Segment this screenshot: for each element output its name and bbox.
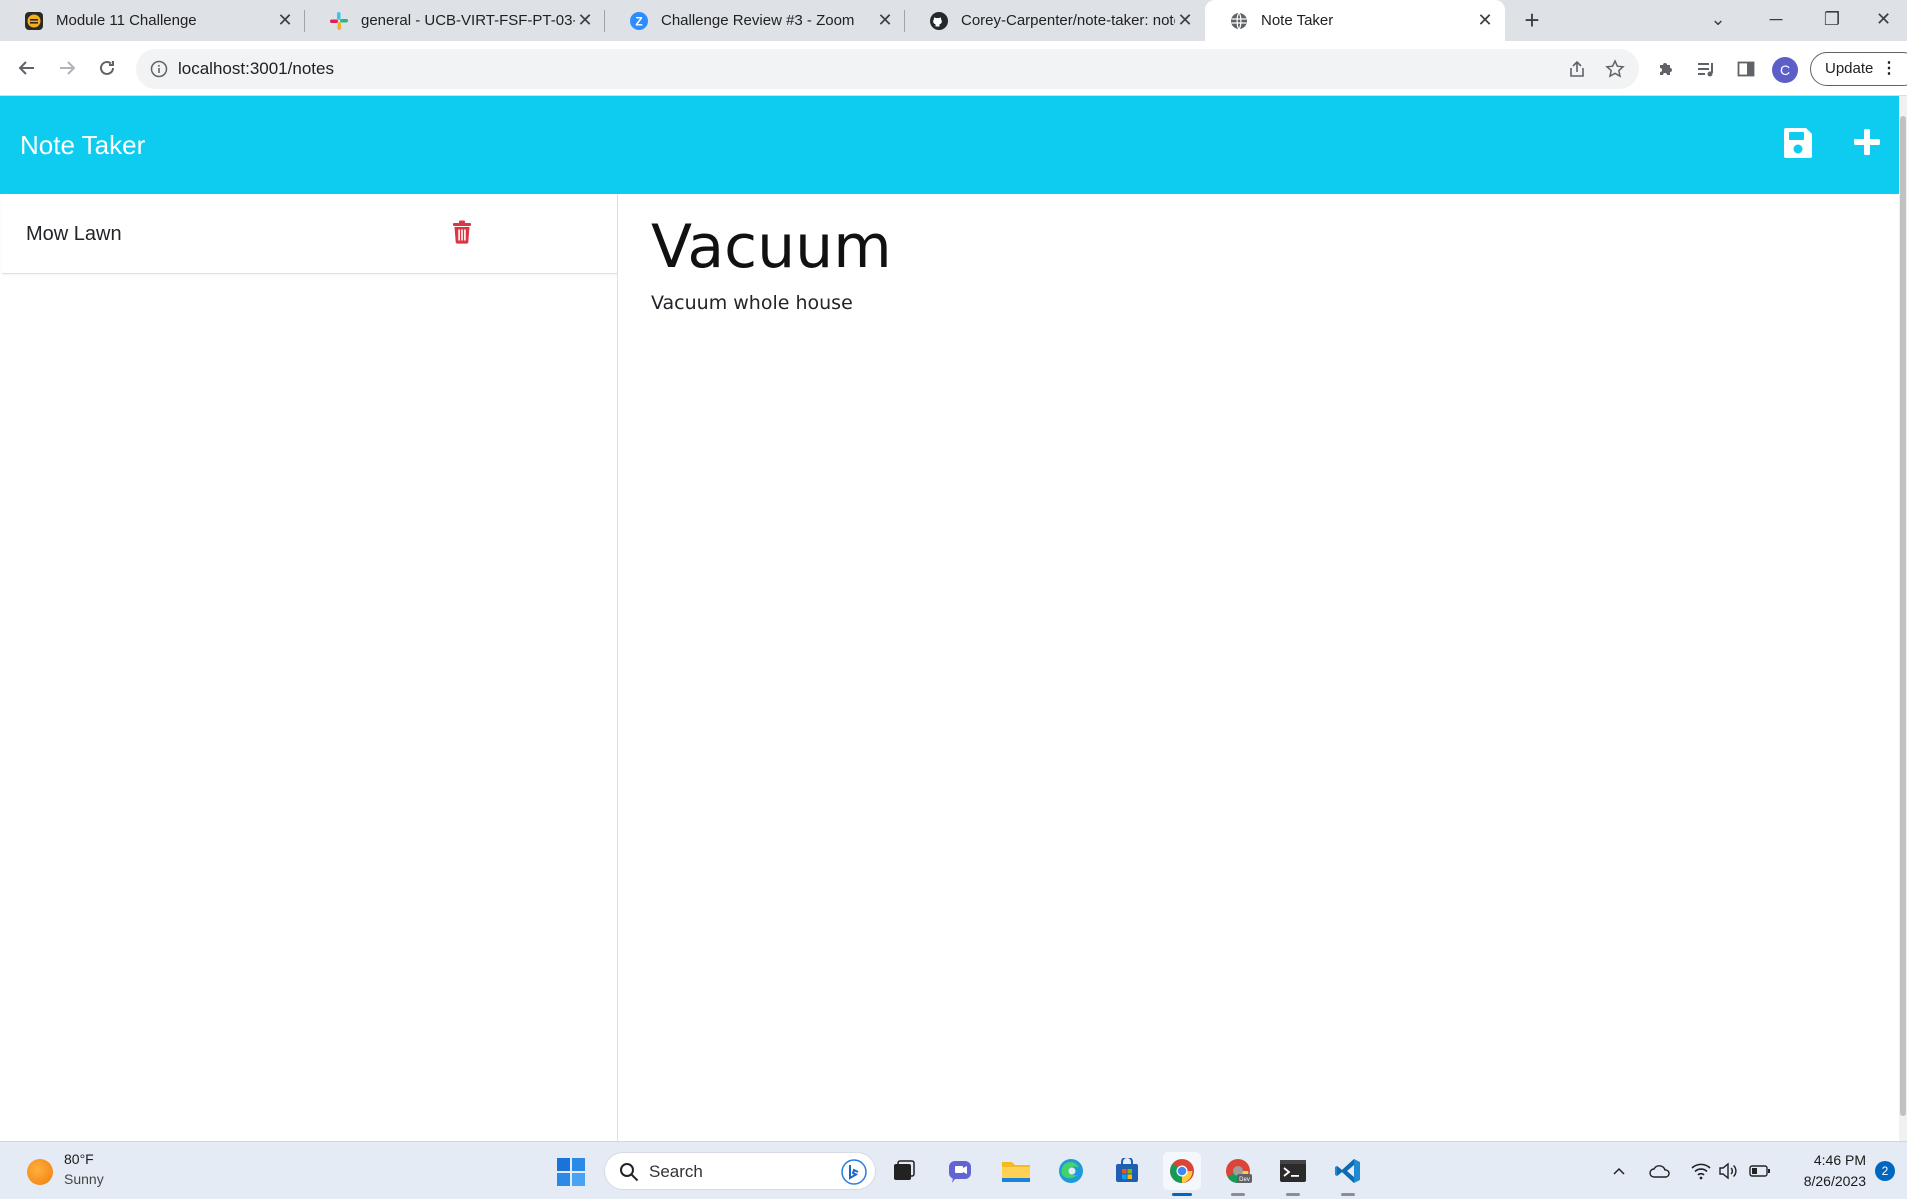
tab-zoom-review[interactable]: Z Challenge Review #3 - Zoom ✕ <box>605 0 905 41</box>
volume-icon[interactable] <box>1715 1158 1741 1184</box>
weather-sun-icon[interactable] <box>27 1159 53 1185</box>
browser-toolbar: localhost:3001/notes C Update ⋮ <box>0 41 1907 96</box>
close-tab-icon[interactable]: ✕ <box>875 10 895 31</box>
new-note-plus-icon[interactable] <box>1852 127 1882 157</box>
windows-taskbar: 80°F Sunny Search Dev 4:46 PM 8/26/2023 … <box>0 1141 1907 1199</box>
wifi-icon[interactable] <box>1688 1158 1714 1184</box>
svg-text:Z: Z <box>635 14 642 28</box>
tab-title: Challenge Review #3 - Zoom <box>661 12 855 29</box>
note-list-item-title[interactable]: Mow Lawn <box>26 194 122 274</box>
app-brand[interactable]: Note Taker <box>20 96 145 194</box>
weather-condition[interactable]: Sunny <box>64 1171 104 1187</box>
save-note-icon[interactable] <box>1783 127 1813 159</box>
terminal-icon[interactable] <box>1274 1152 1312 1196</box>
tab-note-taker[interactable]: Note Taker ✕ <box>1205 0 1505 41</box>
svg-text:Dev: Dev <box>1239 1177 1250 1183</box>
address-bar[interactable]: localhost:3001/notes <box>136 49 1639 89</box>
share-icon[interactable] <box>1567 59 1587 84</box>
close-tab-icon[interactable]: ✕ <box>1475 10 1495 31</box>
microsoft-store-icon[interactable] <box>1108 1152 1146 1190</box>
battery-icon[interactable] <box>1747 1158 1773 1184</box>
tab-search-chevron-icon[interactable]: ⌄ <box>1690 0 1746 41</box>
windows-start-icon[interactable] <box>556 1157 586 1187</box>
github-icon <box>929 11 949 31</box>
back-arrow-icon <box>18 61 34 75</box>
note-list-panel: Mow Lawn <box>0 194 618 1141</box>
edge-icon[interactable] <box>1052 1152 1090 1190</box>
extensions-puzzle-icon[interactable] <box>1652 55 1680 83</box>
vscode-icon[interactable] <box>1329 1152 1367 1196</box>
teams-chat-icon[interactable] <box>942 1152 980 1190</box>
note-text-area[interactable]: Vacuum whole house <box>651 292 853 314</box>
update-button[interactable]: Update ⋮ <box>1810 52 1907 86</box>
notification-count-badge[interactable]: 2 <box>1875 1161 1895 1181</box>
forward-arrow-icon <box>60 61 76 75</box>
tab-github-repo[interactable]: Corey-Carpenter/note-taker: note ✕ <box>905 0 1205 41</box>
close-tab-icon[interactable]: ✕ <box>275 10 295 31</box>
url-text[interactable]: localhost:3001/notes <box>178 49 334 89</box>
search-placeholder: Search <box>649 1162 703 1181</box>
chrome-icon[interactable] <box>1163 1152 1201 1196</box>
minimize-window-button[interactable]: ─ <box>1748 0 1804 41</box>
kebab-menu-icon[interactable]: ⋮ <box>1881 53 1897 85</box>
new-tab-button[interactable]: + <box>1517 6 1547 36</box>
taskbar-clock-time[interactable]: 4:46 PM <box>1786 1152 1866 1168</box>
delete-note-trash-icon[interactable] <box>452 220 472 244</box>
site-info-icon[interactable] <box>150 60 168 83</box>
tab-title: general - UCB-VIRT-FSF-PT-03-20 <box>361 12 575 29</box>
running-app-indicator <box>1231 1193 1245 1196</box>
page-scrollbar[interactable] <box>1899 96 1907 1141</box>
tab-title: Module 11 Challenge <box>56 12 197 29</box>
update-label: Update <box>1825 60 1874 77</box>
close-tab-icon[interactable]: ✕ <box>575 10 595 31</box>
tab-title: Note Taker <box>1261 12 1334 29</box>
note-title-input[interactable]: Vacuum <box>651 212 892 282</box>
chrome-dev-icon[interactable]: Dev <box>1219 1152 1257 1196</box>
edx-icon <box>24 11 44 31</box>
file-explorer-icon[interactable] <box>997 1152 1035 1190</box>
slack-icon <box>329 11 349 31</box>
weather-temperature[interactable]: 80°F <box>64 1151 94 1167</box>
app-navbar: Note Taker <box>0 96 1899 194</box>
note-taker-page: Note Taker Mow Lawn Vacuum Vacuum whole … <box>0 96 1899 1141</box>
side-panel-icon[interactable] <box>1732 55 1760 83</box>
restore-window-button[interactable]: ❐ <box>1804 0 1860 41</box>
tab-title: Corey-Carpenter/note-taker: note <box>961 12 1175 29</box>
reload-icon <box>100 60 114 75</box>
taskbar-clock-date[interactable]: 8/26/2023 <box>1786 1173 1866 1189</box>
task-view-icon[interactable] <box>885 1152 923 1190</box>
search-icon <box>619 1162 639 1187</box>
globe-icon <box>1229 11 1249 31</box>
media-queue-icon[interactable] <box>1692 55 1720 83</box>
note-list-item[interactable]: Mow Lawn <box>2 194 617 274</box>
back-button[interactable] <box>13 54 41 82</box>
tab-slack-general[interactable]: general - UCB-VIRT-FSF-PT-03-20 ✕ <box>305 0 605 41</box>
bing-icon[interactable] <box>841 1159 867 1185</box>
show-hidden-icons-chevron-icon[interactable] <box>1606 1158 1632 1184</box>
active-app-indicator <box>1172 1193 1192 1196</box>
close-tab-icon[interactable]: ✕ <box>1175 10 1195 31</box>
tab-module-11-challenge[interactable]: Module 11 Challenge ✕ <box>0 0 305 41</box>
profile-avatar[interactable]: C <box>1772 57 1798 83</box>
onedrive-cloud-icon[interactable] <box>1647 1158 1673 1184</box>
forward-button[interactable] <box>53 54 81 82</box>
bookmark-star-icon[interactable] <box>1605 59 1625 84</box>
zoom-icon: Z <box>629 11 649 31</box>
running-app-indicator <box>1341 1193 1355 1196</box>
note-editor-panel: Vacuum Vacuum whole house <box>619 194 1899 1141</box>
reload-button[interactable] <box>93 54 121 82</box>
running-app-indicator <box>1286 1193 1300 1196</box>
scrollbar-thumb[interactable] <box>1900 116 1906 1116</box>
browser-tab-strip: Module 11 Challenge ✕ general - UCB-VIRT… <box>0 0 1907 41</box>
close-window-button[interactable]: ✕ <box>1860 0 1907 41</box>
taskbar-search-box[interactable]: Search <box>604 1152 876 1190</box>
